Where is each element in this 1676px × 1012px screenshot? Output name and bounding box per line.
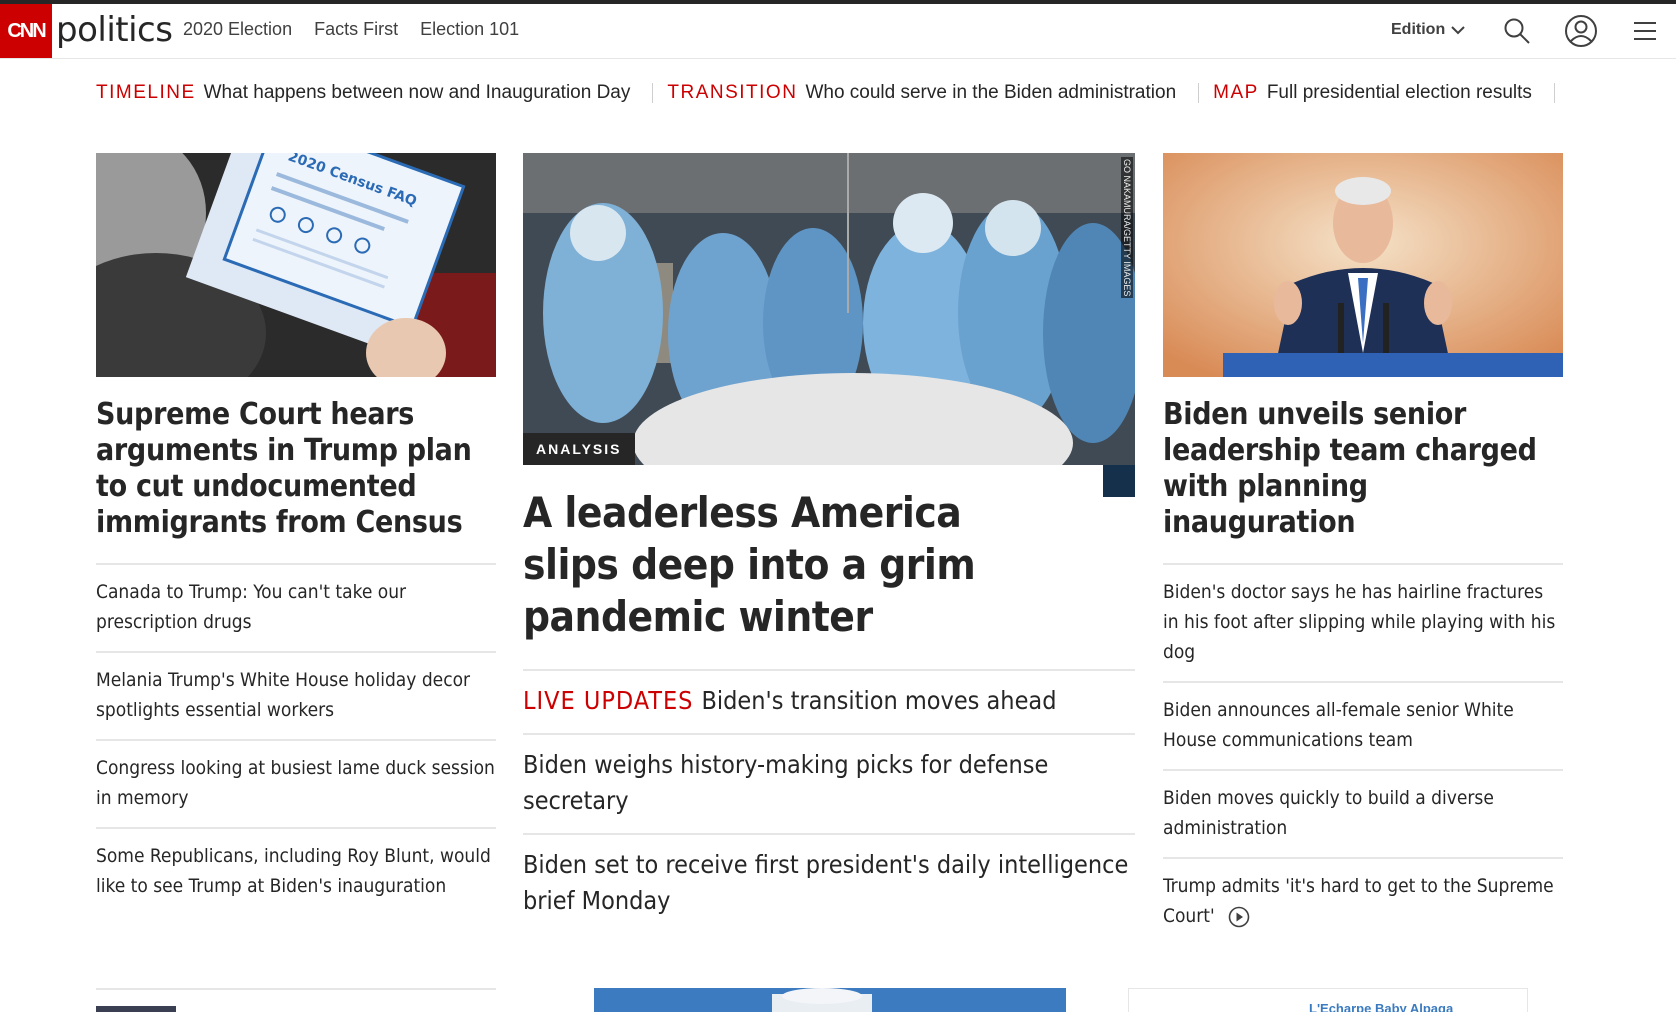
site-header: CNN politics 2020 Election Facts First E… [0, 4, 1676, 59]
list-item[interactable]: Biden moves quickly to build a diverse a… [1163, 769, 1563, 857]
divider [1553, 83, 1555, 103]
section-nav: 2020 Election Facts First Election 101 [183, 19, 519, 40]
user-icon [1565, 15, 1597, 47]
next-row-preview: L'Echarpe Baby Alpaga [0, 988, 1676, 1012]
right-lead-headline[interactable]: Biden unveils senior leadership team cha… [1163, 397, 1563, 541]
list-item[interactable]: Biden's doctor says he has hairline frac… [1163, 563, 1563, 681]
nav-item-facts-first[interactable]: Facts First [314, 19, 398, 40]
nav-item-election-101[interactable]: Election 101 [420, 19, 519, 40]
left-lead-headline[interactable]: Supreme Court hears arguments in Trump p… [96, 397, 496, 541]
left-story-list: Canada to Trump: You can't take our pres… [96, 563, 496, 915]
trending-label: TRANSITION [667, 82, 798, 103]
trending-text: Full presidential election results [1266, 82, 1532, 103]
list-item[interactable]: Melania Trump's White House holiday deco… [96, 651, 496, 739]
divider [1198, 83, 1200, 103]
trending-item-map[interactable]: MAP Full presidential election results [1213, 82, 1532, 104]
play-icon [1228, 906, 1250, 927]
menu-button[interactable] [1628, 14, 1662, 48]
thumbnail-image[interactable] [96, 1006, 176, 1012]
search-button[interactable] [1500, 14, 1534, 48]
divider [96, 988, 496, 990]
pandemic-story-image[interactable]: ANALYSIS GO NAKAMURA/GETTY IMAGES [523, 153, 1135, 465]
biden-photo [1163, 153, 1563, 377]
census-story-image[interactable]: 2020 Census FAQ [96, 153, 496, 377]
list-item[interactable]: Biden weighs history-making picks for de… [523, 733, 1135, 833]
section-logo[interactable]: politics [56, 10, 173, 50]
main-headline[interactable]: A leaderless America slips deep into a g… [523, 487, 1023, 643]
trending-text: What happens between now and Inauguratio… [203, 82, 631, 103]
left-column: 2020 Census FAQ Supreme Court hears argu… [96, 153, 496, 915]
edition-label: Edition [1391, 21, 1446, 38]
image-corner-block [1103, 465, 1135, 497]
capitol-story-image[interactable] [594, 988, 1066, 1012]
biden-story-image[interactable] [1163, 153, 1563, 377]
ad-box[interactable]: L'Echarpe Baby Alpaga [1128, 988, 1528, 1012]
list-item[interactable]: Biden announces all-female senior White … [1163, 681, 1563, 769]
trending-item-timeline[interactable]: TIMELINE What happens between now and In… [96, 82, 630, 104]
list-item-text: Trump admits 'it's hard to get to the Su… [1163, 875, 1554, 927]
trending-label: MAP [1213, 82, 1259, 103]
list-item[interactable]: Some Republicans, including Roy Blunt, w… [96, 827, 496, 915]
photo-credit: GO NAKAMURA/GETTY IMAGES [1121, 157, 1133, 299]
cnn-logo[interactable]: CNN [0, 4, 52, 58]
capitol-photo [594, 988, 1066, 1012]
account-button[interactable] [1564, 14, 1598, 48]
list-item[interactable]: Biden set to receive first president's d… [523, 833, 1135, 933]
hamburger-menu-icon [1634, 22, 1656, 40]
right-story-list: Biden's doctor says he has hairline frac… [1163, 563, 1563, 945]
list-item[interactable]: Canada to Trump: You can't take our pres… [96, 563, 496, 651]
hospital-photo [523, 153, 1135, 465]
list-item[interactable]: Congress looking at busiest lame duck se… [96, 739, 496, 827]
trending-item-transition[interactable]: TRANSITION Who could serve in the Biden … [667, 82, 1176, 104]
trending-text: Who could serve in the Biden administrat… [805, 82, 1177, 103]
edition-selector[interactable]: Edition [1391, 21, 1465, 39]
search-icon [1504, 18, 1530, 44]
live-updates-label: LIVE UPDATES [523, 686, 694, 715]
middle-column: ANALYSIS GO NAKAMURA/GETTY IMAGES A lead… [523, 153, 1135, 933]
census-photo: 2020 Census FAQ [96, 153, 496, 377]
trending-label: TIMELINE [96, 82, 196, 103]
divider [652, 83, 654, 103]
live-updates-text: Biden's transition moves ahead [701, 686, 1057, 715]
ad-text: L'Echarpe Baby Alpaga [1309, 1001, 1454, 1012]
middle-story-list: LIVE UPDATES Biden's transition moves ahe… [523, 669, 1135, 933]
trending-bar: TIMELINE What happens between now and In… [96, 78, 1569, 108]
right-column: Biden unveils senior leadership team cha… [1163, 153, 1563, 945]
analysis-badge: ANALYSIS [523, 433, 635, 465]
chevron-down-icon [1451, 26, 1465, 35]
live-updates-item[interactable]: LIVE UPDATES Biden's transition moves ahe… [523, 669, 1135, 733]
list-item-video[interactable]: Trump admits 'it's hard to get to the Su… [1163, 857, 1563, 945]
nav-item-2020-election[interactable]: 2020 Election [183, 19, 292, 40]
